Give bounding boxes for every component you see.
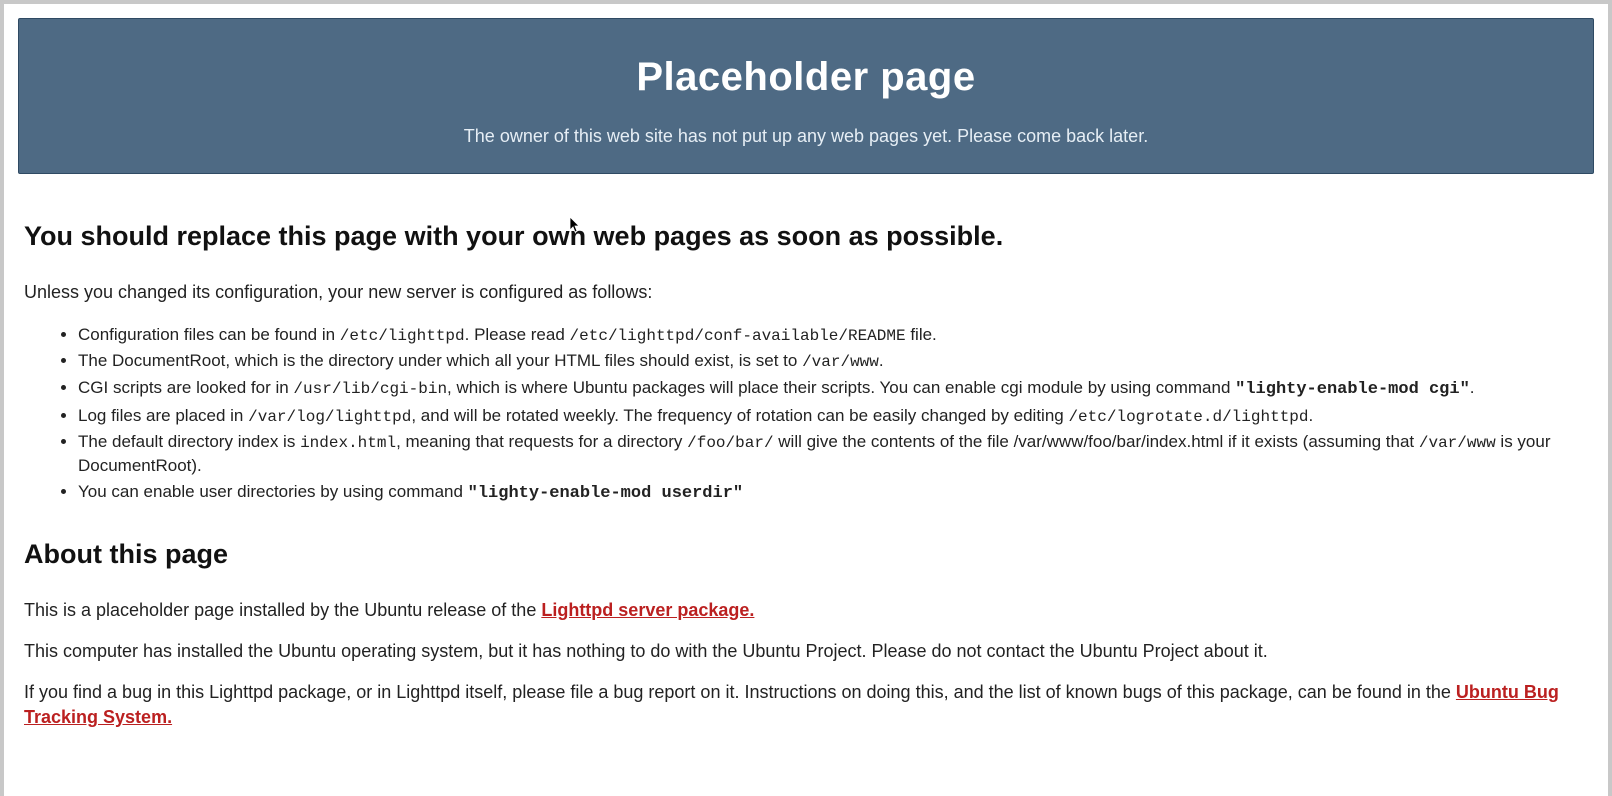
lighttpd-package-link[interactable]: Lighttpd server package. xyxy=(541,600,754,620)
path: index.html xyxy=(300,434,396,452)
text: . xyxy=(879,351,884,370)
path: /var/www xyxy=(1419,434,1496,452)
intro-text: Unless you changed its configuration, yo… xyxy=(24,280,1588,305)
text: You can enable user directories by using… xyxy=(78,482,468,501)
text: Configuration files can be found in xyxy=(78,325,340,344)
command: "lighty-enable-mod cgi" xyxy=(1235,380,1470,399)
banner-title: Placeholder page xyxy=(39,55,1573,100)
path: /var/www xyxy=(802,353,879,371)
config-list: Configuration files can be found in /etc… xyxy=(78,323,1588,506)
list-item: You can enable user directories by using… xyxy=(78,480,1588,506)
path: /etc/logrotate.d/lighttpd xyxy=(1068,408,1308,426)
about-p3: If you find a bug in this Lighttpd packa… xyxy=(24,680,1588,730)
text: The default directory index is xyxy=(78,432,300,451)
about-p2: This computer has installed the Ubuntu o… xyxy=(24,639,1588,664)
path: /foo/bar/ xyxy=(687,434,773,452)
text: CGI scripts are looked for in xyxy=(78,378,293,397)
list-item: The default directory index is index.htm… xyxy=(78,430,1588,478)
about-p1: This is a placeholder page installed by … xyxy=(24,598,1588,623)
text: If you find a bug in this Lighttpd packa… xyxy=(24,682,1456,702)
text: Log files are placed in xyxy=(78,406,248,425)
path: /etc/lighttpd/conf-available/README xyxy=(570,327,906,345)
text: . xyxy=(1309,406,1314,425)
text: , which is where Ubuntu packages will pl… xyxy=(447,378,1235,397)
page-content: You should replace this page with your o… xyxy=(18,174,1594,730)
replace-headline: You should replace this page with your o… xyxy=(24,218,1588,256)
text: , meaning that requests for a directory xyxy=(396,432,687,451)
list-item: CGI scripts are looked for in /usr/lib/c… xyxy=(78,376,1588,402)
text: . xyxy=(1470,378,1475,397)
text: , and will be rotated weekly. The freque… xyxy=(411,406,1068,425)
path: /etc/lighttpd xyxy=(340,327,465,345)
path: /usr/lib/cgi-bin xyxy=(293,380,447,398)
text: will give the contents of the file /var/… xyxy=(774,432,1419,451)
page-banner: Placeholder page The owner of this web s… xyxy=(18,18,1594,174)
banner-subtitle: The owner of this web site has not put u… xyxy=(39,126,1573,147)
text: . Please read xyxy=(465,325,570,344)
path: /var/log/lighttpd xyxy=(248,408,411,426)
list-item: Configuration files can be found in /etc… xyxy=(78,323,1588,347)
list-item: The DocumentRoot, which is the directory… xyxy=(78,349,1588,373)
text: This is a placeholder page installed by … xyxy=(24,600,541,620)
list-item: Log files are placed in /var/log/lighttp… xyxy=(78,404,1588,428)
text: file. xyxy=(906,325,937,344)
command: "lighty-enable-mod userdir" xyxy=(468,484,743,503)
about-heading: About this page xyxy=(24,536,1588,574)
text: The DocumentRoot, which is the directory… xyxy=(78,351,802,370)
